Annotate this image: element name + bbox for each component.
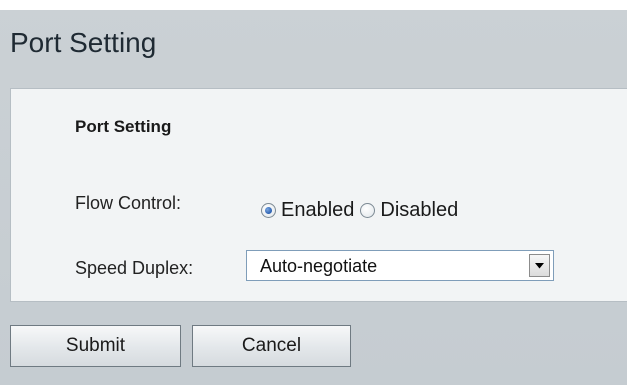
submit-button[interactable]: Submit — [10, 325, 181, 367]
section-title: Port Setting — [75, 117, 172, 136]
speed-duplex-select[interactable]: Auto-negotiate — [246, 250, 554, 281]
speed-duplex-selected-value: Auto-negotiate — [260, 256, 378, 276]
dropdown-button[interactable] — [529, 254, 550, 277]
speed-duplex-label: Speed Duplex: — [75, 258, 194, 278]
flow-control-enabled-option[interactable]: Enabled — [261, 199, 354, 222]
flow-control-enabled-label[interactable]: Enabled — [281, 199, 354, 222]
flow-control-disabled-option[interactable]: Disabled — [360, 199, 458, 222]
radio-unselected-icon[interactable] — [360, 202, 376, 218]
flow-control-label: Flow Control: — [75, 193, 182, 213]
flow-control-radio-group: Enabled Disabled — [261, 197, 464, 223]
cancel-button[interactable]: Cancel — [192, 325, 351, 367]
radio-selected-icon[interactable] — [261, 202, 276, 218]
chevron-down-icon — [535, 262, 544, 268]
page-title: Port Setting — [10, 27, 157, 58]
flow-control-disabled-label[interactable]: Disabled — [380, 199, 458, 222]
top-strip — [0, 0, 627, 10]
